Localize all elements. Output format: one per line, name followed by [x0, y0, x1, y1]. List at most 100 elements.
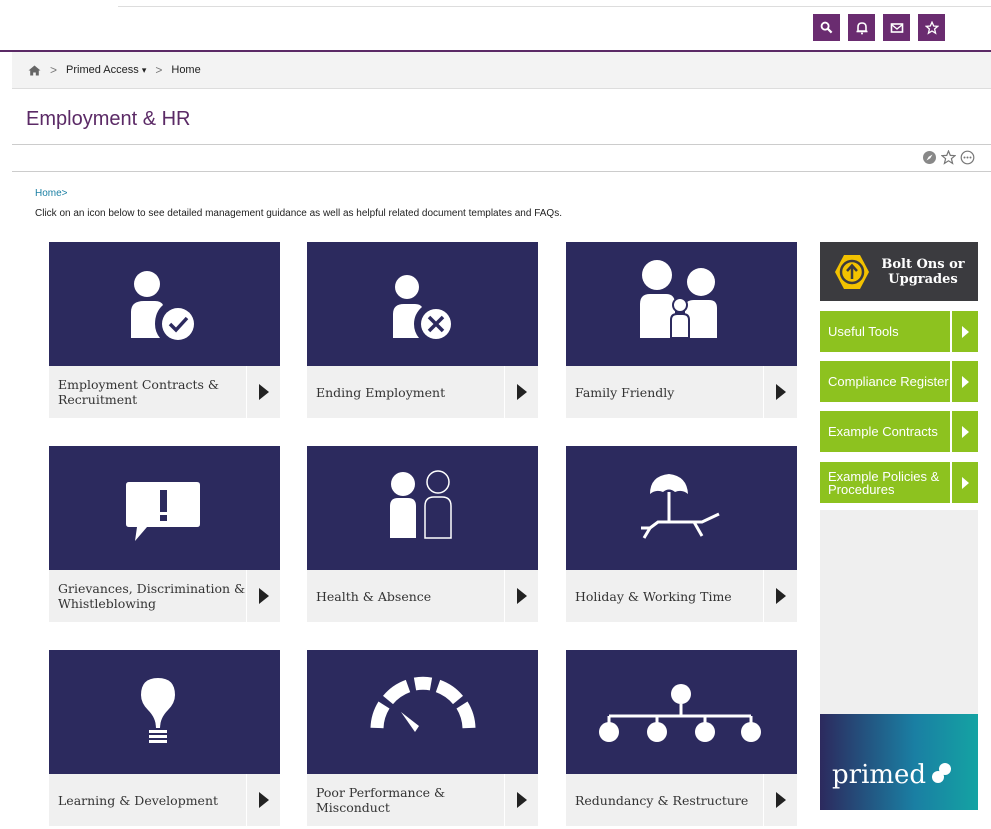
tile-poor-performance[interactable]: Poor Performance & Misconduct: [307, 650, 538, 826]
arrow-right-icon: [961, 375, 969, 388]
breadcrumb-item-primed-access[interactable]: Primed Access ▾: [66, 64, 146, 76]
tile-label: Grievances, Discrimination & Whistleblow…: [49, 570, 246, 622]
tile-label: Redundancy & Restructure: [566, 774, 763, 826]
tile-label: Employment Contracts & Recruitment: [49, 366, 246, 418]
sidebar-link-label: Compliance Register: [820, 361, 950, 402]
lightbulb-icon: [141, 678, 175, 743]
home-icon[interactable]: [28, 65, 41, 76]
tile-arrow[interactable]: [505, 570, 538, 622]
tile-redundancy-restructure[interactable]: Redundancy & Restructure: [566, 650, 797, 826]
tile-image: [49, 446, 280, 570]
person-check-icon: [131, 271, 194, 340]
tile-arrow[interactable]: [247, 774, 280, 826]
search-icon: [820, 21, 833, 34]
favourites-button[interactable]: [918, 14, 945, 41]
arrow-right-icon: [775, 384, 786, 400]
page-toolbar: [922, 150, 975, 165]
upgrade-arrow-icon: [835, 254, 869, 289]
tile-image: [49, 650, 280, 774]
compass-icon[interactable]: [922, 150, 937, 165]
sidebar-link-example-contracts[interactable]: Example Contracts: [820, 411, 978, 452]
toolbar-divider: [12, 171, 991, 172]
sidebar-link-arrow: [952, 311, 978, 352]
tile-label: Learning & Development: [49, 774, 246, 826]
arrow-right-icon: [775, 792, 786, 808]
sidebar-link-example-policies[interactable]: Example Policies & Procedures: [820, 462, 978, 503]
arrow-right-icon: [516, 588, 527, 604]
sidebar-link-useful-tools[interactable]: Useful Tools: [820, 311, 978, 352]
tile-learning-development[interactable]: Learning & Development: [49, 650, 280, 826]
tile-health-absence[interactable]: Health & Absence: [307, 446, 538, 622]
primed-logo[interactable]: primed: [820, 714, 978, 810]
notifications-button[interactable]: [848, 14, 875, 41]
tile-arrow[interactable]: [764, 570, 797, 622]
gauge-icon: [370, 676, 476, 732]
tile-label: Ending Employment: [307, 366, 504, 418]
intro-text: Click on an icon below to see detailed m…: [35, 208, 562, 219]
tile-label: Health & Absence: [307, 570, 504, 622]
speech-alert-icon: [126, 482, 200, 541]
arrow-right-icon: [258, 792, 269, 808]
sidebar-link-arrow: [952, 462, 978, 503]
title-divider: [12, 144, 991, 145]
page-title: Employment & HR: [26, 108, 191, 130]
breadcrumb-item-home[interactable]: Home: [171, 64, 200, 76]
tile-label: Family Friendly: [566, 366, 763, 418]
messages-button[interactable]: [883, 14, 910, 41]
breadcrumb-separator: >: [155, 63, 163, 77]
breadcrumb: > Primed Access ▾ > Home: [12, 52, 991, 89]
arrow-right-icon: [258, 588, 269, 604]
star-icon: [924, 20, 939, 35]
bell-icon: [856, 21, 867, 34]
sidebar-link-label: Example Policies & Procedures: [820, 462, 950, 503]
sidebar-link-compliance-register[interactable]: Compliance Register: [820, 361, 978, 402]
person-cross-icon: [393, 275, 451, 339]
sidebar-link-arrow: [952, 411, 978, 452]
breadcrumb-item-label: Primed Access: [66, 64, 139, 76]
sidebar-link-arrow: [952, 361, 978, 402]
tile-arrow[interactable]: [764, 774, 797, 826]
beach-umbrella-icon: [641, 474, 720, 539]
tile-label: Holiday & Working Time: [566, 570, 763, 622]
tile-image: [307, 650, 538, 774]
breadcrumb-separator: >: [50, 63, 58, 77]
top-divider: [118, 6, 991, 7]
tile-image: [566, 650, 797, 774]
bolt-ons-label: Bolt Ons or Upgrades: [881, 256, 965, 287]
home-link[interactable]: Home>: [35, 188, 68, 199]
bolt-ons-upgrades-button[interactable]: Bolt Ons or Upgrades: [820, 242, 978, 301]
tile-image: [307, 242, 538, 366]
tile-arrow[interactable]: [247, 570, 280, 622]
arrow-right-icon: [961, 476, 969, 489]
arrow-right-icon: [516, 792, 527, 808]
tile-employment-contracts[interactable]: Employment Contracts & Recruitment: [49, 242, 280, 418]
tile-holiday-working-time[interactable]: Holiday & Working Time: [566, 446, 797, 622]
family-icon: [640, 260, 717, 339]
arrow-right-icon: [775, 588, 786, 604]
tile-label: Poor Performance & Misconduct: [307, 774, 504, 826]
arrow-right-icon: [961, 425, 969, 438]
tile-arrow[interactable]: [247, 366, 280, 418]
sidebar-link-label: Example Contracts: [820, 411, 950, 452]
tile-grievances[interactable]: Grievances, Discrimination & Whistleblow…: [49, 446, 280, 622]
sidebar-link-label: Useful Tools: [820, 311, 950, 352]
logo-mark-icon: [932, 763, 952, 783]
chevron-down-icon: ▾: [141, 65, 147, 75]
people-absence-icon: [390, 470, 452, 539]
tile-image: [566, 446, 797, 570]
tile-family-friendly[interactable]: Family Friendly: [566, 242, 797, 418]
star-outline-icon[interactable]: [941, 150, 956, 165]
search-button[interactable]: [813, 14, 840, 41]
tile-ending-employment[interactable]: Ending Employment: [307, 242, 538, 418]
tile-arrow[interactable]: [505, 366, 538, 418]
top-action-icons: [813, 14, 945, 41]
tile-arrow[interactable]: [505, 774, 538, 826]
tile-arrow[interactable]: [764, 366, 797, 418]
arrow-right-icon: [516, 384, 527, 400]
tile-image: [307, 446, 538, 570]
tile-image: [49, 242, 280, 366]
mail-icon: [890, 22, 903, 33]
arrow-right-icon: [961, 325, 969, 338]
more-icon[interactable]: [960, 150, 975, 165]
tile-image: [566, 242, 797, 366]
